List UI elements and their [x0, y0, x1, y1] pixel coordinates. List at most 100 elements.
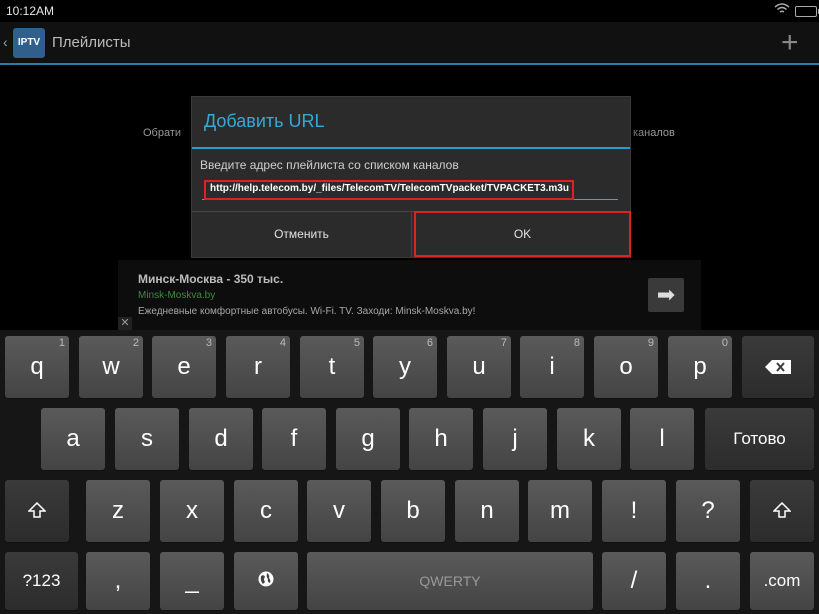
key-question[interactable]: ? [676, 480, 740, 542]
key-m-label: m [550, 497, 570, 524]
key-slash[interactable]: / [602, 552, 666, 610]
cancel-button[interactable]: Отменить [192, 212, 411, 257]
done-label: Готово [733, 429, 786, 448]
key-o-label: o [619, 353, 633, 380]
key-p[interactable]: 0p [668, 336, 732, 398]
key-underscore[interactable]: _ [160, 552, 224, 610]
key-n-label: n [480, 497, 494, 524]
on-screen-keyboard: 1q 2w 3e 4r 5t 6y 7u 8i 9o 0p a s d f g … [0, 330, 819, 614]
background-text-left: Обрати [143, 127, 182, 139]
key-language[interactable] [234, 552, 298, 610]
key-f[interactable]: f [262, 408, 326, 470]
key-dotcom[interactable]: .com [750, 552, 814, 610]
key-q-num: 1 [58, 337, 65, 349]
key-o-num: 9 [647, 337, 654, 349]
spacebar[interactable]: QWERTY [307, 552, 593, 610]
button-separator [411, 212, 412, 257]
dialog-message: Введите адрес плейлиста со списком канал… [200, 158, 459, 172]
key-z-label: z [112, 497, 124, 524]
key-comma[interactable]: , [86, 552, 150, 610]
key-d-label: d [214, 425, 228, 452]
key-dotcom-label: .com [763, 571, 801, 590]
wifi-icon [774, 2, 790, 21]
key-k[interactable]: k [557, 408, 621, 470]
key-v-label: v [333, 497, 345, 524]
screen-title: Плейлисты [52, 34, 131, 51]
key-a[interactable]: a [41, 408, 105, 470]
symbols-label: ?123 [22, 571, 61, 590]
key-z[interactable]: z [86, 480, 150, 542]
key-i-label: i [549, 353, 555, 380]
symbols-button[interactable]: ?123 [5, 552, 78, 610]
key-period-label: . [704, 567, 712, 594]
url-input-value[interactable]: http://help.telecom.by/_files/TelecomTV/… [204, 180, 574, 200]
add-icon[interactable]: + [781, 28, 799, 58]
key-period[interactable]: . [676, 552, 740, 610]
key-y-label: y [399, 353, 411, 380]
key-o[interactable]: 9o [594, 336, 658, 398]
key-e-num: 3 [205, 337, 212, 349]
key-g[interactable]: g [336, 408, 400, 470]
key-n[interactable]: n [455, 480, 519, 542]
key-shift-left[interactable] [5, 480, 69, 542]
ad-banner[interactable]: Минск-Москва - 350 тыс. Minsk-Moskva.by … [118, 260, 701, 330]
key-v[interactable]: v [307, 480, 371, 542]
ad-title[interactable]: Минск-Москва - 350 тыс. [138, 272, 283, 286]
key-s[interactable]: s [115, 408, 179, 470]
key-h-label: h [434, 425, 448, 452]
key-p-num: 0 [721, 337, 728, 349]
status-clock: 10:12AM [6, 4, 55, 18]
key-u-label: u [472, 353, 486, 380]
key-t-num: 5 [353, 337, 360, 349]
key-k-label: k [583, 425, 595, 452]
key-underscore-label: _ [185, 567, 199, 594]
key-s-label: s [141, 425, 153, 452]
key-shift-right[interactable] [750, 480, 814, 542]
key-comma-label: , [114, 567, 122, 594]
key-q[interactable]: 1q [5, 336, 69, 398]
key-d[interactable]: d [189, 408, 253, 470]
app-icon[interactable]: IPTV [13, 28, 45, 58]
key-y[interactable]: 6y [373, 336, 437, 398]
key-question-label: ? [701, 497, 715, 524]
key-l-label: l [659, 425, 665, 452]
key-u-num: 7 [500, 337, 507, 349]
shift-icon [750, 497, 814, 525]
key-t[interactable]: 5t [300, 336, 364, 398]
key-c-label: c [260, 497, 272, 524]
key-u[interactable]: 7u [447, 336, 511, 398]
dialog-title: Добавить URL [204, 111, 325, 131]
key-e[interactable]: 3e [152, 336, 216, 398]
spacebar-label: QWERTY [419, 573, 481, 589]
key-i[interactable]: 8i [520, 336, 584, 398]
ad-url[interactable]: Minsk-Moskva.by [138, 290, 215, 301]
arrow-right-icon[interactable]: ➡ [648, 278, 684, 312]
key-r[interactable]: 4r [226, 336, 290, 398]
done-button[interactable]: Готово [705, 408, 814, 470]
close-icon[interactable]: ✕ [118, 317, 132, 330]
key-p-label: p [693, 353, 707, 380]
key-backspace[interactable] [742, 336, 814, 398]
battery-icon [795, 6, 819, 17]
key-j[interactable]: j [483, 408, 547, 470]
key-l[interactable]: l [630, 408, 694, 470]
key-x[interactable]: x [160, 480, 224, 542]
key-slash-label: / [630, 567, 638, 594]
back-chevron-icon[interactable]: ‹ [3, 34, 8, 50]
key-h[interactable]: h [409, 408, 473, 470]
key-i-num: 8 [573, 337, 580, 349]
key-b[interactable]: b [381, 480, 445, 542]
key-exclamation[interactable]: ! [602, 480, 666, 542]
add-url-dialog: Добавить URL Введите адрес плейлиста со … [191, 96, 631, 258]
status-bar [0, 0, 819, 22]
key-e-label: e [177, 353, 191, 380]
ok-button[interactable]: OK [414, 211, 631, 257]
action-bar-divider [0, 63, 819, 65]
key-exclamation-label: ! [630, 497, 638, 524]
key-c[interactable]: c [234, 480, 298, 542]
key-r-label: r [254, 353, 262, 380]
key-w[interactable]: 2w [79, 336, 143, 398]
background-text-right: каналов [633, 127, 675, 139]
key-g-label: g [361, 425, 375, 452]
key-m[interactable]: m [528, 480, 592, 542]
